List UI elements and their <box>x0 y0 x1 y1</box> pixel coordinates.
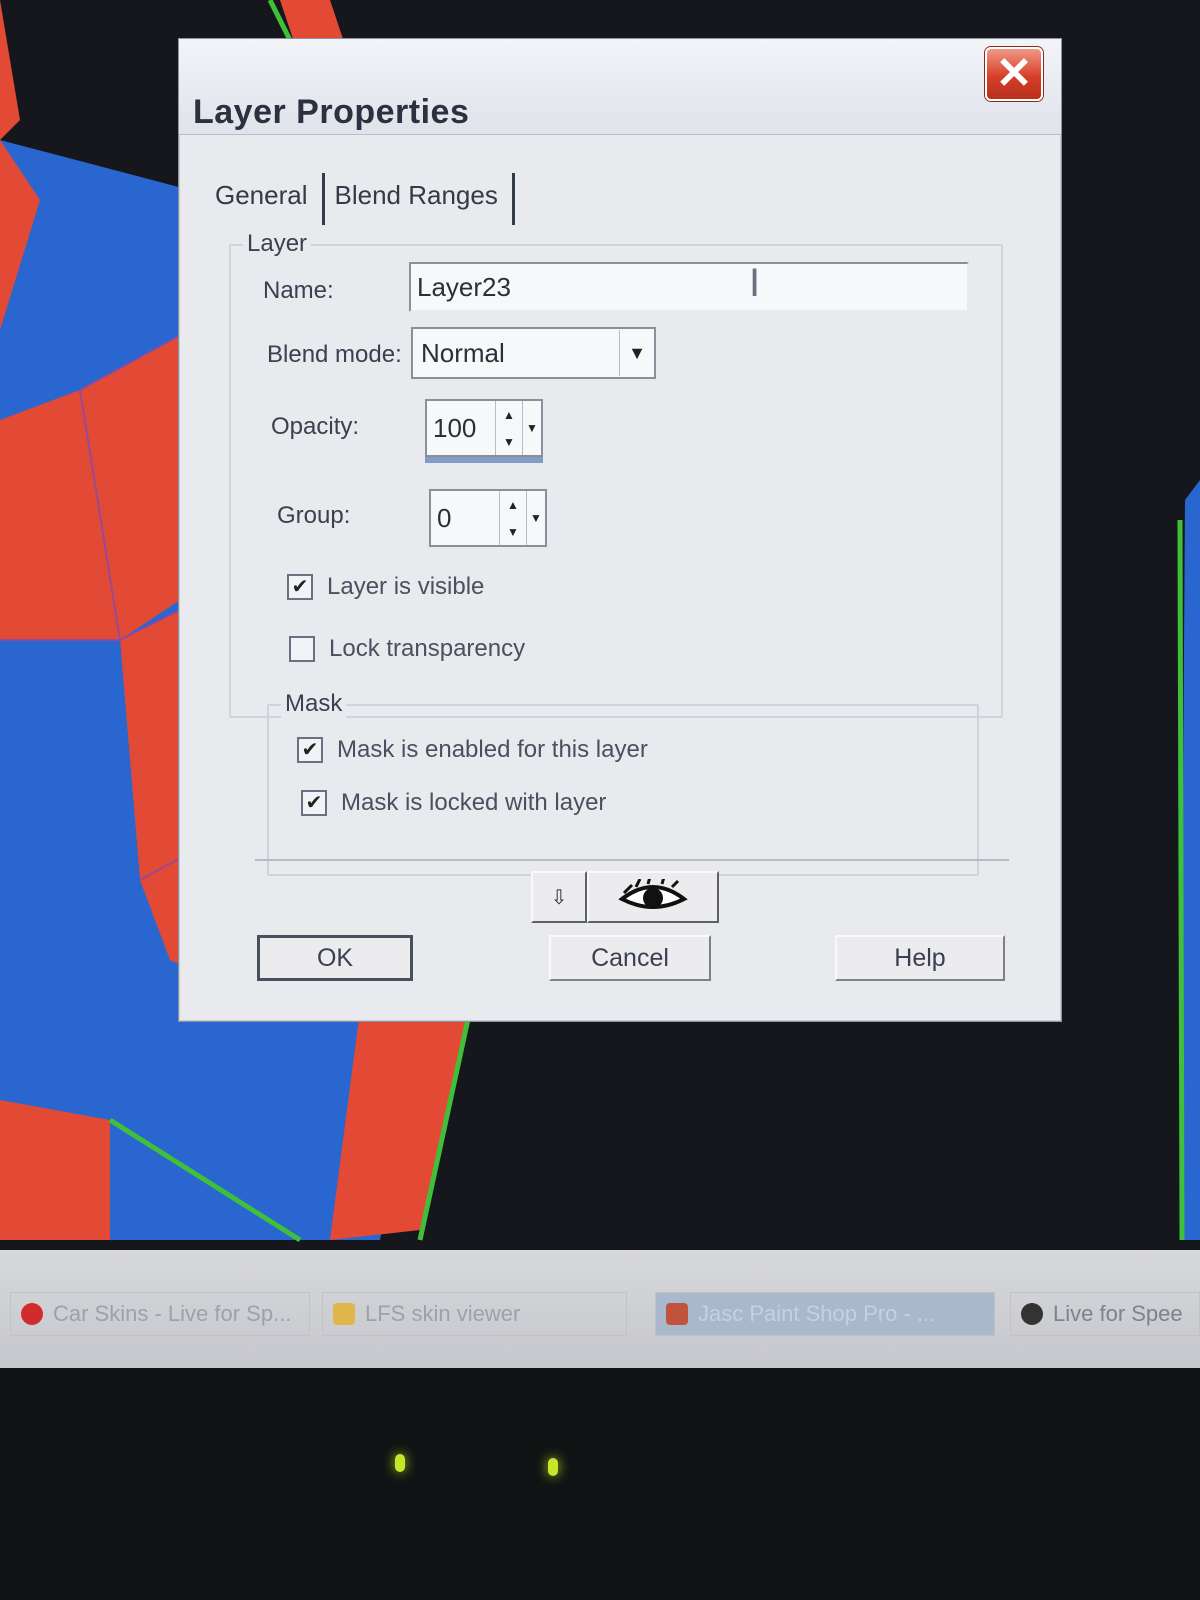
blend-mode-select[interactable]: Normal ▼ <box>411 327 656 379</box>
spin-up-icon[interactable]: ▲ <box>500 491 526 518</box>
folder-icon <box>333 1303 355 1325</box>
tab-blend-ranges[interactable]: Blend Ranges <box>335 173 515 225</box>
close-icon[interactable]: ✕ <box>985 47 1043 101</box>
layer-properties-dialog: Layer Properties ✕ General Blend Ranges … <box>178 38 1062 1022</box>
group-spin-arrows[interactable]: ▲ ▼ <box>499 491 526 545</box>
title-bar[interactable]: Layer Properties ✕ <box>179 39 1061 135</box>
taskbar-item-lfs-skin-viewer[interactable]: LFS skin viewer <box>322 1292 627 1336</box>
blend-mode-value: Normal <box>421 337 505 368</box>
blend-mode-label: Blend mode: <box>267 341 402 368</box>
spin-down-icon[interactable]: ▼ <box>500 518 526 545</box>
opera-icon <box>21 1303 43 1325</box>
group-value: 0 <box>437 502 452 533</box>
opacity-label: Opacity: <box>271 413 360 440</box>
mask-enabled-row[interactable]: ✔ Mask is enabled for this layer <box>297 736 648 764</box>
opacity-stepper[interactable]: 100 ▲ ▼ ▼ <box>425 399 543 457</box>
opacity-value: 100 <box>433 412 477 443</box>
dialog-title: Layer Properties <box>193 93 470 131</box>
arrow-down-icon[interactable]: ⇩ <box>531 871 587 923</box>
mask-locked-label: Mask is locked with layer <box>341 789 607 816</box>
mask-enabled-label: Mask is enabled for this layer <box>337 736 648 763</box>
tab-general[interactable]: General <box>215 173 325 225</box>
opacity-slider-bar[interactable] <box>425 457 543 463</box>
mask-enabled-checkbox[interactable]: ✔ <box>297 737 323 763</box>
taskbar-item-label: Car Skins - Live for Sp... <box>53 1301 292 1326</box>
layer-visible-checkbox[interactable]: ✔ <box>287 574 313 600</box>
group-dropdown-icon[interactable]: ▼ <box>526 491 545 545</box>
layer-visible-label: Layer is visible <box>327 573 485 600</box>
taskbar-item-label: LFS skin viewer <box>365 1301 521 1326</box>
spin-down-icon[interactable]: ▼ <box>496 428 522 455</box>
monitor-bezel <box>0 1368 1200 1600</box>
tab-strip: General Blend Ranges <box>215 169 525 225</box>
opacity-dropdown-icon[interactable]: ▼ <box>522 401 541 455</box>
mask-locked-row[interactable]: ✔ Mask is locked with layer <box>301 789 606 817</box>
mask-locked-checkbox[interactable]: ✔ <box>301 790 327 816</box>
chevron-down-icon[interactable]: ▼ <box>619 330 654 376</box>
eye-icon[interactable] <box>587 871 719 923</box>
lock-transparency-checkbox[interactable] <box>289 636 315 662</box>
power-led-icon <box>395 1454 405 1472</box>
paintshop-icon <box>666 1303 688 1325</box>
layer-group-label: Layer <box>243 230 312 258</box>
lock-transparency-row[interactable]: Lock transparency <box>289 635 525 663</box>
group-label: Group: <box>277 502 351 529</box>
ok-button[interactable]: OK <box>257 935 413 981</box>
text-cursor-icon: I <box>749 261 761 305</box>
taskbar-item-label: Jasc Paint Shop Pro - ... <box>698 1301 936 1326</box>
layer-visible-row[interactable]: ✔ Layer is visible <box>287 573 484 601</box>
dialog-separator <box>255 859 1009 861</box>
taskbar-item-live-for-speed[interactable]: Live for Spee <box>1010 1292 1200 1336</box>
group-stepper[interactable]: 0 ▲ ▼ ▼ <box>429 489 547 547</box>
status-led-icon <box>548 1458 558 1476</box>
name-label: Name: <box>263 277 334 304</box>
taskbar: Car Skins - Live for Sp... LFS skin view… <box>0 1250 1200 1368</box>
lock-transparency-label: Lock transparency <box>329 635 526 662</box>
taskbar-item-paint-shop-pro[interactable]: Jasc Paint Shop Pro - ... <box>655 1292 995 1336</box>
lfs-icon <box>1021 1303 1043 1325</box>
help-button[interactable]: Help <box>835 935 1005 981</box>
taskbar-item-label: Live for Spee <box>1053 1301 1183 1326</box>
mask-group-label: Mask <box>281 690 347 718</box>
cancel-button[interactable]: Cancel <box>549 935 711 981</box>
spin-up-icon[interactable]: ▲ <box>496 401 522 428</box>
taskbar-item-car-skins[interactable]: Car Skins - Live for Sp... <box>10 1292 310 1336</box>
layer-name-input[interactable]: Layer23 <box>409 262 969 312</box>
opacity-spin-arrows[interactable]: ▲ ▼ <box>495 401 522 455</box>
eye-icon-graphic <box>618 879 688 909</box>
